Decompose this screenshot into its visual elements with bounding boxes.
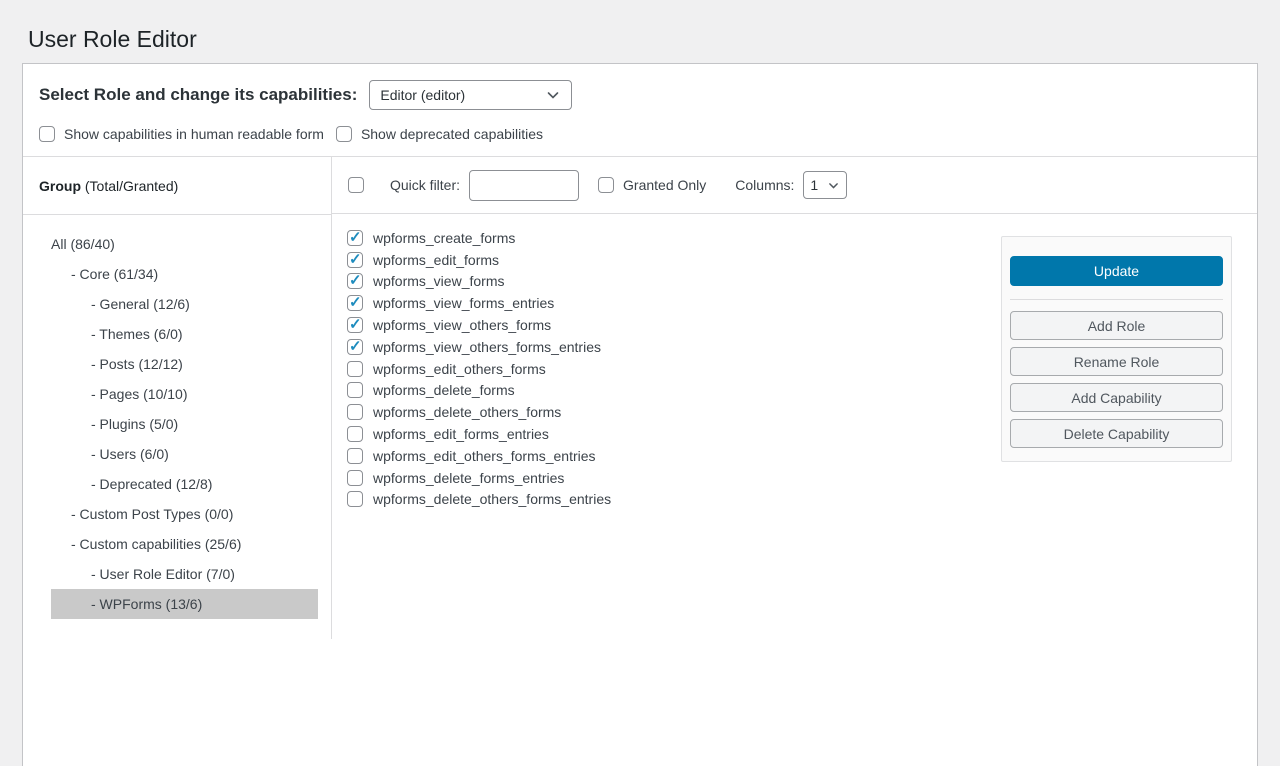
add-role-button[interactable]: Add Role — [1010, 311, 1223, 340]
tree-item-plugins-5-0[interactable]: - Plugins (5/0) — [51, 409, 318, 439]
update-button[interactable]: Update — [1010, 256, 1223, 286]
capabilities-area: wpforms_create_forms wpforms_edit_formswp… — [332, 215, 1257, 639]
capability-label: wpforms_delete_others_forms_entries — [373, 491, 611, 507]
group-header: Group (Total/Granted) — [23, 157, 332, 215]
tree-item-pages-10-10[interactable]: - Pages (10/10) — [51, 379, 318, 409]
capability-label: wpforms_delete_others_forms — [373, 404, 561, 420]
quick-filter-input[interactable] — [469, 170, 579, 201]
human-readable-checkbox[interactable] — [39, 126, 55, 142]
tree-item-user-role-editor-7-0[interactable]: - User Role Editor (7/0) — [51, 559, 318, 589]
capability-checkbox-wpforms-delete-forms[interactable] — [347, 382, 363, 398]
capability-label: wpforms_delete_forms_entries — [373, 470, 564, 486]
tree-item-users-6-0[interactable]: - Users (6/0) — [51, 439, 318, 469]
action-panel: Update Add Role Rename Role Add Capability… — [1001, 236, 1232, 462]
group-header-rest: (Total/Granted) — [81, 178, 178, 194]
tree-item-custom-post-types-0-0[interactable]: - Custom Post Types (0/0) — [51, 499, 318, 529]
role-selector-label: Select Role and change its capabilities: — [39, 85, 357, 105]
role-selector-row: Select Role and change its capabilities:… — [23, 64, 1257, 110]
group-header-bold: Group — [39, 178, 81, 194]
capability-label: wpforms_edit_others_forms_entries — [373, 448, 596, 464]
deprecated-label: Show deprecated capabilities — [361, 126, 543, 142]
capability-checkbox-wpforms-delete-forms-entries[interactable] — [347, 470, 363, 486]
capability-row: wpforms_delete_forms_entries — [347, 467, 1257, 489]
capability-label: wpforms_edit_forms — [373, 252, 499, 268]
page-title: User Role Editor — [0, 0, 1280, 54]
capability-label: wpforms_view_others_forms_entries — [373, 339, 601, 355]
capability-panel-grid: Group (Total/Granted) Quick filter: Gran… — [23, 157, 1257, 639]
capability-checkbox-wpforms-view-others-forms-entries[interactable] — [347, 339, 363, 355]
group-tree-panel: All (86/40)- Core (61/34)- General (12/6… — [23, 215, 332, 639]
deprecated-toggle: Show deprecated capabilities — [336, 126, 543, 142]
columns-select-value: 1 — [810, 177, 818, 193]
tree-item-core-61-34[interactable]: - Core (61/34) — [51, 259, 318, 289]
tree-item-deprecated-12-8[interactable]: - Deprecated (12/8) — [51, 469, 318, 499]
delete-capability-button[interactable]: Delete Capability — [1010, 419, 1223, 448]
capability-checkbox-wpforms-delete-others-forms[interactable] — [347, 404, 363, 420]
quick-filter-label: Quick filter: — [390, 177, 460, 193]
capability-label: wpforms_edit_others_forms — [373, 361, 546, 377]
capability-label: wpforms_view_forms — [373, 273, 504, 289]
capability-checkbox-wpforms-create-forms[interactable] — [347, 230, 363, 246]
chevron-down-icon — [827, 179, 840, 192]
divider — [1010, 299, 1223, 300]
human-readable-toggle: Show capabilities in human readable form — [39, 126, 324, 142]
capability-row: wpforms_delete_others_forms_entries — [347, 489, 1257, 511]
capability-checkbox-wpforms-edit-others-forms[interactable] — [347, 361, 363, 377]
capability-label: wpforms_delete_forms — [373, 382, 515, 398]
human-readable-label: Show capabilities in human readable form — [64, 126, 324, 142]
capability-label: wpforms_view_others_forms — [373, 317, 551, 333]
capability-label: wpforms_create_forms — [373, 230, 515, 246]
chevron-down-icon — [545, 87, 561, 103]
capability-checkbox-wpforms-view-forms[interactable] — [347, 273, 363, 289]
display-toggles-row: Show capabilities in human readable form… — [23, 110, 1257, 156]
tree-item-general-12-6[interactable]: - General (12/6) — [51, 289, 318, 319]
group-tree: All (86/40)- Core (61/34)- General (12/6… — [23, 215, 331, 639]
tree-item-custom-capabilities-25-6[interactable]: - Custom capabilities (25/6) — [51, 529, 318, 559]
capability-checkbox-wpforms-edit-forms-entries[interactable] — [347, 426, 363, 442]
role-select[interactable]: Editor (editor) — [369, 80, 572, 110]
capability-checkbox-wpforms-edit-others-forms-entries[interactable] — [347, 448, 363, 464]
capability-checkbox-wpforms-delete-others-forms-entries[interactable] — [347, 491, 363, 507]
tree-item-wpforms-13-6[interactable]: - WPForms (13/6) — [51, 589, 318, 619]
select-all-checkbox[interactable] — [348, 177, 364, 193]
capability-label: wpforms_edit_forms_entries — [373, 426, 549, 442]
columns-select[interactable]: 1 — [803, 171, 847, 199]
capability-checkbox-wpforms-edit-forms[interactable] — [347, 252, 363, 268]
capability-checkbox-wpforms-view-others-forms[interactable] — [347, 317, 363, 333]
user-role-editor-panel: Select Role and change its capabilities:… — [22, 63, 1258, 766]
deprecated-checkbox[interactable] — [336, 126, 352, 142]
add-capability-button[interactable]: Add Capability — [1010, 383, 1223, 412]
granted-only-checkbox[interactable] — [598, 177, 614, 193]
tree-item-themes-6-0[interactable]: - Themes (6/0) — [51, 319, 318, 349]
columns-label: Columns: — [735, 177, 794, 193]
filter-bar: Quick filter: Granted Only Columns: 1 — [332, 157, 1257, 214]
role-select-value: Editor (editor) — [380, 87, 465, 103]
capability-checkbox-wpforms-view-forms-entries[interactable] — [347, 295, 363, 311]
capability-label: wpforms_view_forms_entries — [373, 295, 554, 311]
granted-only-label: Granted Only — [623, 177, 706, 193]
tree-item-all-86-40[interactable]: All (86/40) — [51, 229, 318, 259]
secondary-actions: Add Role Rename Role Add Capability Delete … — [1010, 311, 1223, 448]
rename-role-button[interactable]: Rename Role — [1010, 347, 1223, 376]
tree-item-posts-12-12[interactable]: - Posts (12/12) — [51, 349, 318, 379]
